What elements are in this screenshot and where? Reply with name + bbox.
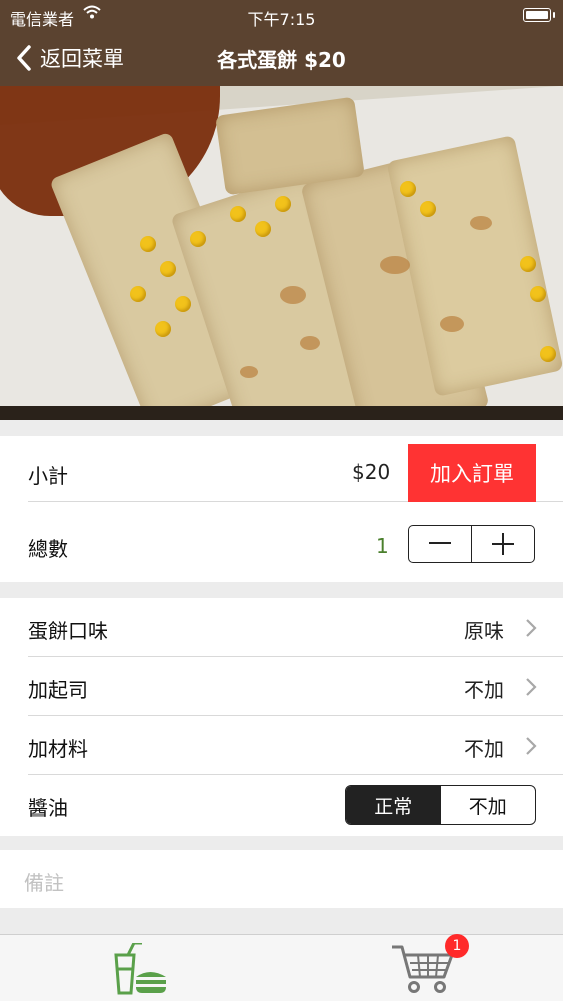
- note-placeholder: 備註: [24, 871, 64, 895]
- chevron-right-icon: [526, 737, 537, 755]
- subtotal-label: 小計: [28, 464, 68, 488]
- chevron-right-icon: [526, 619, 537, 637]
- option-label: 加材料: [28, 737, 88, 761]
- option-row-ingredients[interactable]: 加材料 不加: [0, 716, 563, 775]
- plus-icon: [492, 533, 514, 555]
- subtotal-value: $20: [352, 460, 391, 484]
- clock: 下午7:15: [247, 10, 316, 29]
- option-row-flavor[interactable]: 蛋餅口味 原味: [0, 598, 563, 657]
- quantity-value: 1: [376, 534, 389, 558]
- chevron-right-icon: [526, 678, 537, 696]
- option-value: 原味: [464, 619, 504, 643]
- decrement-button[interactable]: [409, 526, 472, 562]
- option-label: 加起司: [28, 678, 88, 702]
- option-row-cheese[interactable]: 加起司 不加: [0, 657, 563, 716]
- note-field[interactable]: 備註: [0, 850, 563, 908]
- soy-sauce-label: 醬油: [28, 796, 68, 820]
- cart-badge: 1: [445, 934, 469, 958]
- quantity-label: 總數: [28, 537, 68, 561]
- option-label: 蛋餅口味: [28, 619, 108, 643]
- segment-none[interactable]: 不加: [441, 786, 536, 824]
- soy-sauce-segmented-control: 正常 不加: [345, 785, 536, 825]
- option-value: 不加: [464, 678, 504, 702]
- increment-button[interactable]: [472, 526, 534, 562]
- add-to-order-button[interactable]: 加入訂單: [408, 444, 536, 502]
- food-photo: [0, 86, 563, 420]
- battery-icon: [523, 8, 555, 22]
- minus-icon: [429, 542, 451, 544]
- nav-bar: 返回菜單 各式蛋餅 $20: [0, 30, 563, 86]
- tab-bar: [0, 934, 563, 1001]
- segment-normal[interactable]: 正常: [346, 786, 441, 824]
- page-title: 各式蛋餅 $20: [217, 48, 346, 72]
- option-value: 不加: [464, 737, 504, 761]
- quantity-stepper: [408, 525, 535, 563]
- status-bar: 電信業者 下午7:15: [0, 0, 563, 30]
- tab-menu-drink-burger-icon[interactable]: [110, 943, 174, 995]
